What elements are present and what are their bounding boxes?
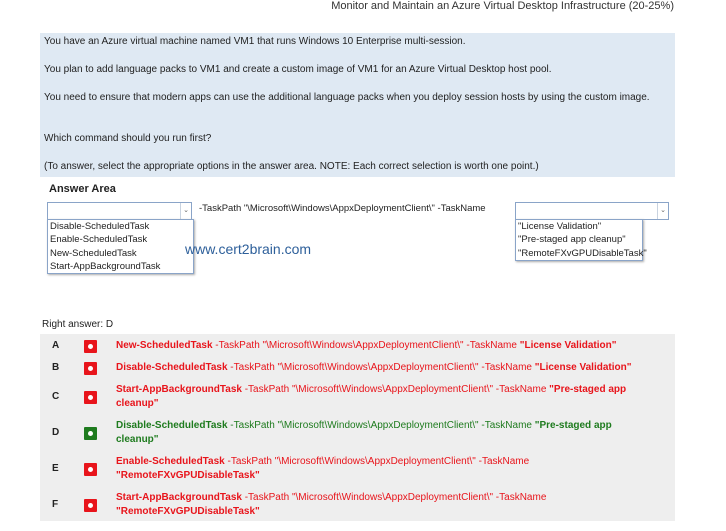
question-line: (To answer, select the appropriate optio… (44, 161, 539, 172)
question-line: Which command should you run first? (44, 133, 212, 144)
option-command: Start-AppBackgroundTask (116, 492, 242, 503)
chevron-down-icon: ⌄ (657, 203, 668, 219)
option-text: Start-AppBackgroundTask -TaskPath "\Micr… (116, 491, 656, 519)
taskname-dropdown-list: "License Validation" "Pre-staged app cle… (515, 219, 647, 261)
wrong-radio-icon[interactable] (84, 498, 97, 512)
chevron-down-icon: ⌄ (180, 203, 191, 219)
option-letter: A (52, 340, 60, 351)
option-text: Start-AppBackgroundTask -TaskPath "\Micr… (116, 383, 656, 411)
option-command: Start-AppBackgroundTask (116, 384, 242, 395)
option-text: Enable-ScheduledTask -TaskPath "\Microso… (116, 455, 656, 483)
question-box: You have an Azure virtual machine named … (40, 33, 675, 177)
dropdown-option[interactable]: "License Validation" (516, 220, 642, 233)
option-params: -TaskPath "\Microsoft\Windows\AppxDeploy… (224, 456, 530, 467)
command-dropdown-list: Disable-ScheduledTask Enable-ScheduledTa… (47, 219, 194, 275)
dropdown-option[interactable]: "Pre-staged app cleanup" (516, 233, 642, 246)
right-answer-label: Right answer: D (42, 319, 114, 330)
option-command: Enable-ScheduledTask (116, 456, 225, 467)
section-header: Monitor and Maintain an Azure Virtual De… (331, 0, 674, 12)
dropdown-option[interactable]: Disable-ScheduledTask (48, 220, 193, 233)
option-params: -TaskPath "\Microsoft\Windows\AppxDeploy… (212, 340, 520, 351)
correct-radio-icon[interactable] (84, 426, 97, 440)
watermark: www.cert2brain.com (185, 241, 312, 257)
option-taskname: "RemoteFXvGPUDisableTask" (116, 506, 260, 517)
question-line: You plan to add language packs to VM1 an… (44, 64, 552, 75)
dropdown-option[interactable]: Start-AppBackgroundTask (48, 260, 193, 273)
option-command: Disable-ScheduledTask (116, 420, 228, 431)
options-box: A New-ScheduledTask -TaskPath "\Microsoft… (40, 334, 675, 521)
option-params: -TaskPath "\Microsoft\Windows\AppxDeploy… (241, 384, 550, 395)
option-taskname: "License Validation" (519, 340, 617, 351)
wrong-radio-icon[interactable] (84, 339, 97, 353)
option-text: Disable-ScheduledTask -TaskPath "\Micros… (116, 419, 656, 447)
option-taskname: "License Validation" (534, 362, 632, 373)
question-line: You have an Azure virtual machine named … (44, 36, 466, 47)
command-middle-text: -TaskPath "\Microsoft\Windows\AppxDeploy… (199, 203, 486, 214)
option-text: New-ScheduledTask -TaskPath "\Microsoft\… (116, 339, 656, 353)
wrong-radio-icon[interactable] (84, 390, 97, 404)
option-letter: F (52, 499, 59, 510)
option-params: -TaskPath "\Microsoft\Windows\AppxDeploy… (227, 420, 535, 431)
option-params: -TaskPath "\Microsoft\Windows\AppxDeploy… (241, 492, 547, 503)
wrong-radio-icon[interactable] (84, 462, 97, 476)
command-dropdown[interactable]: ⌄ (47, 202, 192, 220)
taskname-dropdown[interactable]: ⌄ (515, 202, 669, 220)
dropdown-option[interactable]: New-ScheduledTask (48, 247, 193, 260)
option-taskname: "RemoteFXvGPUDisableTask" (116, 470, 260, 481)
question-line: You need to ensure that modern apps can … (44, 92, 650, 103)
option-command: Disable-ScheduledTask (116, 362, 228, 373)
option-text: Disable-ScheduledTask -TaskPath "\Micros… (116, 361, 656, 375)
dropdown-option[interactable]: "RemoteFXvGPUDisableTask" (516, 247, 647, 260)
dropdown-option[interactable]: Enable-ScheduledTask (48, 233, 193, 246)
option-letter: E (52, 463, 59, 474)
option-letter: B (52, 362, 60, 373)
option-letter: C (52, 391, 60, 402)
wrong-radio-icon[interactable] (84, 361, 97, 375)
option-params: -TaskPath "\Microsoft\Windows\AppxDeploy… (227, 362, 535, 373)
option-letter: D (52, 427, 60, 438)
option-command: New-ScheduledTask (116, 340, 213, 351)
answer-area-label: Answer Area (49, 183, 116, 195)
